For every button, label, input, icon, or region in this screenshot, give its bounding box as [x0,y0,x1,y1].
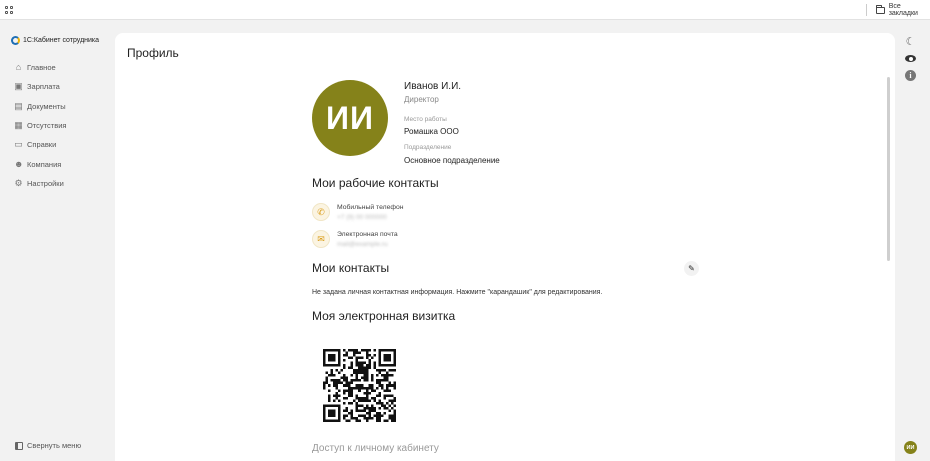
work-email-contact: ✉ Электронная почта mail@example.ru [312,230,398,248]
avatar: ИИ [312,80,388,156]
certificates-icon: ▭ [14,139,23,150]
sidebar-item-documents[interactable]: ▤ Документы [14,97,66,116]
wallet-icon: ▣ [14,81,23,92]
department-caption: Подразделение [404,144,452,151]
sidebar-item-salary[interactable]: ▣ Зарплата [14,77,66,96]
workplace-caption: Место работы [404,116,447,123]
page-title: Профиль [127,46,179,60]
sidebar-item-label: Отсутствия [27,121,67,131]
pencil-icon: ✎ [688,264,695,273]
app-name: 1С:Кабинет сотрудника [23,37,100,44]
sidebar-item-settings[interactable]: ⚙ Настройки [14,174,66,193]
all-bookmarks-button[interactable]: Все закладки [876,3,930,17]
sidebar-item-label: Компания [27,159,62,169]
sidebar-item-label: Документы [27,101,66,111]
access-heading: Доступ к личному кабинету [312,443,439,454]
work-contacts-heading: Мои рабочие контакты [312,176,439,190]
contact-caption: Мобильный телефон [337,204,404,211]
bookmarks-divider [866,4,867,16]
work-phone-contact: ✆ Мобильный телефон +7 (9) 00 000000 [312,203,404,221]
sidebar: 1С:Кабинет сотрудника ⌂ Главное ▣ Зарпла… [0,21,114,461]
department-value: Основное подразделение [404,156,500,165]
sidebar-item-home[interactable]: ⌂ Главное [14,58,66,77]
phone-icon: ✆ [312,203,330,221]
person-position: Директор [404,95,439,104]
sidebar-item-label: Зарплата [27,82,60,92]
apps-grid-icon[interactable] [5,6,13,14]
vcard-heading: Моя электронная визитка [312,309,456,323]
person-name: Иванов И.И. [404,81,462,92]
contact-caption: Электронная почта [337,231,398,238]
person-info: Иванов И.И. Директор Место работы Ромашк… [404,81,500,165]
sidebar-item-label: Справки [27,140,57,150]
moon-icon[interactable]: ☾ [904,35,917,48]
sidebar-collapse-icon [15,441,23,450]
gear-icon: ⚙ [14,177,23,188]
info-icon[interactable]: i [904,69,917,82]
sidebar-item-certificates[interactable]: ▭ Справки [14,135,66,154]
documents-icon: ▤ [14,100,23,111]
sidebar-item-absences[interactable]: ▦ Отсутствия [14,116,66,135]
logo-icon [11,36,20,45]
contact-value[interactable]: mail@example.ru [337,241,398,248]
people-icon: ☻ [14,158,24,169]
user-avatar-button[interactable]: ИИ [904,441,917,454]
all-bookmarks-label: Все закладки [888,3,918,17]
eye-icon[interactable] [904,52,917,65]
calendar-icon: ▦ [14,120,23,131]
avatar-initials: ИИ [326,99,374,136]
my-contacts-heading: Мои контакты [312,261,390,275]
vcard-qr-code [323,349,396,422]
collapse-menu-label: Свернуть меню [27,441,82,450]
collapse-menu-button[interactable]: Свернуть меню [15,441,81,450]
folder-icon [876,4,885,14]
sidebar-item-company[interactable]: ☻ Компания [14,154,66,173]
scrollbar[interactable] [887,77,890,261]
sidebar-nav: ⌂ Главное ▣ Зарплата ▤ Документы ▦ Отсут… [14,58,66,193]
profile-card: Профиль ИИ Иванов И.И. Директор Место ра… [115,33,895,461]
bookmarks-bar: Все закладки [0,0,930,20]
home-icon: ⌂ [15,62,22,73]
my-contacts-note: Не задана личная контактная информация. … [312,289,603,296]
sidebar-item-label: Главное [27,63,56,73]
mail-icon: ✉ [312,230,330,248]
workplace-value: Ромашка ООО [404,127,459,136]
contact-value[interactable]: +7 (9) 00 000000 [337,214,404,221]
app-brand[interactable]: 1С:Кабинет сотрудника [11,36,99,45]
user-avatar-initials: ИИ [906,444,915,451]
sidebar-item-label: Настройки [27,178,64,188]
edit-contacts-button[interactable]: ✎ [684,261,699,276]
